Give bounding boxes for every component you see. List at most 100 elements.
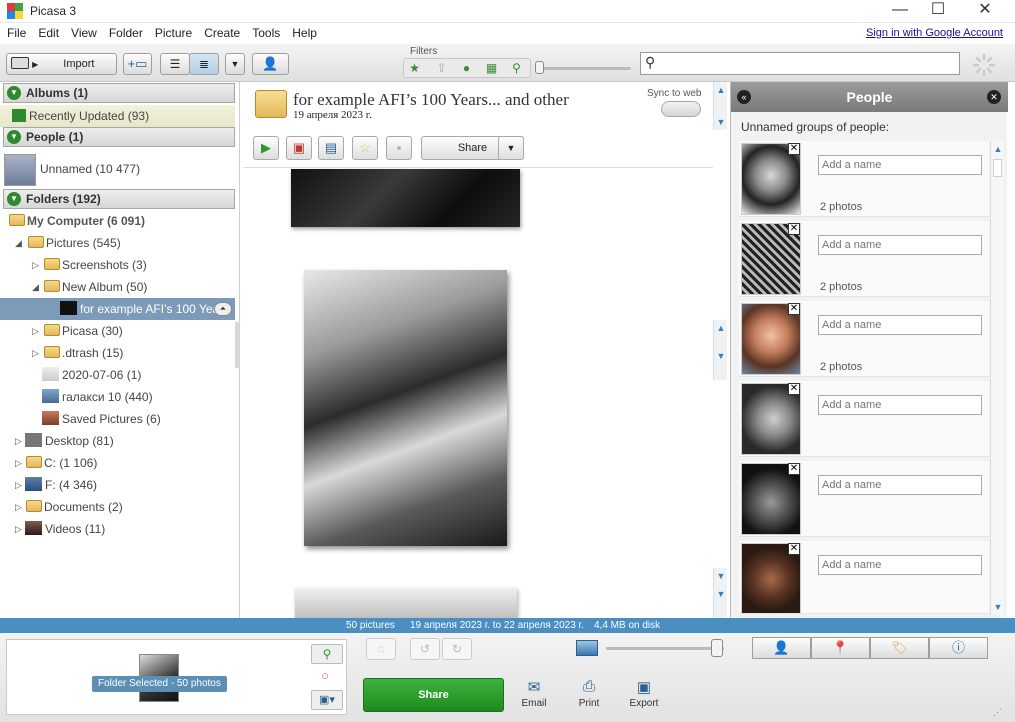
hold-pin-button[interactable]: ⚲ bbox=[311, 644, 343, 664]
faces-filter-icon[interactable]: ● bbox=[457, 60, 476, 77]
rotate-left-button[interactable]: ↺ bbox=[410, 638, 440, 660]
folder-my-computer[interactable]: My Computer (6 091) bbox=[0, 210, 235, 232]
people-scrollbar[interactable]: ▲ ▼ bbox=[990, 141, 1004, 615]
expanded-arrow-icon[interactable]: ◢ bbox=[32, 276, 39, 298]
thumbnail-size-slider[interactable] bbox=[606, 647, 724, 650]
save-button[interactable]: ▪ bbox=[386, 136, 412, 160]
collapsed-arrow-icon[interactable]: ▷ bbox=[15, 430, 22, 452]
maximize-button[interactable]: ☐ bbox=[915, 0, 961, 22]
folder-galaxy-10[interactable]: галакси 10 (440) bbox=[0, 386, 235, 408]
scrollbar-thumb[interactable] bbox=[993, 159, 1002, 177]
people-section-header[interactable]: ▼ People (1) bbox=[3, 127, 235, 147]
person-name-input[interactable] bbox=[818, 155, 982, 175]
folder-new-album[interactable]: ◢ New Album (50) bbox=[0, 276, 235, 298]
star-album-button[interactable]: ☆ bbox=[352, 136, 378, 160]
list-view-button[interactable]: ☰ bbox=[160, 53, 190, 75]
places-tab-button[interactable]: 📍 bbox=[811, 637, 870, 659]
scroll-down-icon[interactable]: ▼ bbox=[991, 599, 1005, 615]
photo-thumbnail[interactable] bbox=[295, 588, 517, 620]
back-icon[interactable]: « bbox=[737, 90, 751, 104]
people-unnamed[interactable]: Unnamed (10 477) bbox=[0, 150, 235, 188]
people-tab-button[interactable]: 👤 bbox=[752, 637, 811, 659]
close-window-button[interactable]: ✕ bbox=[962, 0, 1008, 22]
scroll-up-icon[interactable]: ▲ bbox=[991, 141, 1005, 157]
close-panel-icon[interactable]: ✕ bbox=[987, 90, 1001, 104]
sync-to-web-toggle[interactable] bbox=[661, 101, 701, 117]
collapsed-arrow-icon[interactable]: ▷ bbox=[15, 496, 22, 518]
add-to-collage-button[interactable]: ▣ bbox=[286, 136, 312, 160]
person-name-input[interactable] bbox=[818, 555, 982, 575]
rotate-right-button[interactable]: ↻ bbox=[442, 638, 472, 660]
photo-thumbnail[interactable] bbox=[291, 169, 520, 227]
scroll-to-end-icon[interactable]: ▼ bbox=[714, 586, 728, 602]
share-button[interactable]: Share bbox=[363, 678, 504, 712]
sign-in-link[interactable]: Sign in with Google Account bbox=[866, 27, 1003, 39]
person-name-input[interactable] bbox=[818, 395, 982, 415]
menu-edit[interactable]: Edit bbox=[32, 23, 65, 40]
menu-picture[interactable]: Picture bbox=[149, 23, 198, 40]
remove-face-icon[interactable]: ✕ bbox=[788, 463, 800, 475]
date-filter-slider-thumb[interactable] bbox=[535, 61, 544, 74]
upload-status-icon[interactable]: ⏶ bbox=[214, 302, 232, 316]
create-movie-button[interactable]: ▤ bbox=[318, 136, 344, 160]
photo-thumbnail[interactable] bbox=[304, 270, 507, 546]
folder-2020-07-06[interactable]: 2020-07-06 (1) bbox=[0, 364, 235, 386]
upload-filter-icon[interactable]: ⇧ bbox=[432, 60, 451, 77]
folders-section-header[interactable]: ▼ Folders (192) bbox=[3, 189, 235, 209]
scroll-up-icon[interactable]: ▲ bbox=[714, 320, 728, 336]
menu-create[interactable]: Create bbox=[198, 23, 246, 40]
remove-face-icon[interactable]: ✕ bbox=[788, 543, 800, 555]
folder-pictures[interactable]: ◢ Pictures (545) bbox=[0, 232, 235, 254]
resize-grip-icon[interactable]: ⋰ bbox=[993, 707, 1002, 718]
video-filter-icon[interactable]: ▦ bbox=[482, 60, 501, 77]
folder-videos[interactable]: ▷ Videos (11) bbox=[0, 518, 235, 540]
folder-c-drive[interactable]: ▷ C: (1 106) bbox=[0, 452, 235, 474]
add-to-album-button[interactable]: +▭ bbox=[123, 53, 152, 75]
add-to-album-dropdown[interactable]: ▣▾ bbox=[311, 690, 343, 710]
grid-scroll-control[interactable]: ▲ ▼ bbox=[713, 320, 727, 380]
scroll-down-icon[interactable]: ▼ bbox=[714, 114, 728, 130]
menu-help[interactable]: Help bbox=[286, 23, 323, 40]
person-card[interactable]: ✕ 2 photos bbox=[739, 301, 989, 377]
folder-f-drive[interactable]: ▷ F: (4 346) bbox=[0, 474, 235, 496]
clear-tray-icon[interactable]: ○ bbox=[321, 668, 329, 683]
person-name-input[interactable] bbox=[818, 235, 982, 255]
person-name-input[interactable] bbox=[818, 475, 982, 495]
email-button[interactable]: ✉ Email bbox=[514, 678, 554, 709]
collapsed-arrow-icon[interactable]: ▷ bbox=[15, 474, 22, 496]
collapsed-arrow-icon[interactable]: ▷ bbox=[15, 452, 22, 474]
remove-face-icon[interactable]: ✕ bbox=[788, 143, 800, 155]
menu-folder[interactable]: Folder bbox=[103, 23, 149, 40]
collapsed-arrow-icon[interactable]: ▷ bbox=[32, 254, 39, 276]
scroll-down-icon[interactable]: ▼ bbox=[714, 568, 728, 584]
menu-file[interactable]: File bbox=[1, 23, 32, 40]
starred-filter-icon[interactable]: ★ bbox=[405, 60, 424, 77]
person-card[interactable]: ✕ 2 photos bbox=[739, 221, 989, 297]
person-name-input[interactable] bbox=[818, 315, 982, 335]
folder-dtrash[interactable]: ▷ .dtrash (15) bbox=[0, 342, 235, 364]
menu-view[interactable]: View bbox=[65, 23, 103, 40]
folder-saved-pictures[interactable]: Saved Pictures (6) bbox=[0, 408, 235, 430]
date-filter-slider[interactable] bbox=[538, 67, 631, 70]
panel-splitter[interactable] bbox=[235, 322, 240, 368]
import-button[interactable]: ▶ Import bbox=[6, 53, 117, 75]
search-input[interactable]: ⚲ bbox=[640, 52, 960, 75]
folder-afi-selected[interactable]: for example AFI’s 100 Years ⏶ bbox=[0, 298, 235, 320]
person-card[interactable]: ✕ bbox=[739, 461, 989, 537]
scroll-down-icon[interactable]: ▼ bbox=[714, 348, 728, 364]
geotag-filter-icon[interactable]: ⚲ bbox=[507, 60, 526, 77]
thumbnail-size-slider-thumb[interactable] bbox=[711, 639, 723, 657]
remove-face-icon[interactable]: ✕ bbox=[788, 383, 800, 395]
album-recently-updated[interactable]: Recently Updated (93) bbox=[0, 105, 235, 127]
share-dropdown-button[interactable]: ▼ bbox=[498, 136, 524, 160]
people-view-button[interactable]: 👤 bbox=[252, 53, 289, 75]
folder-screenshots[interactable]: ▷ Screenshots (3) bbox=[0, 254, 235, 276]
remove-face-icon[interactable]: ✕ bbox=[788, 303, 800, 315]
person-card[interactable]: ✕ bbox=[739, 541, 989, 614]
collapsed-arrow-icon[interactable]: ▷ bbox=[15, 518, 22, 540]
scroll-up-icon[interactable]: ▲ bbox=[714, 82, 728, 98]
person-card[interactable]: ✕ bbox=[739, 381, 989, 457]
star-photo-button[interactable]: ☆ bbox=[366, 638, 396, 660]
tags-tab-button[interactable]: 🏷 bbox=[870, 637, 929, 659]
header-scrollbar[interactable]: ▲ ▼ bbox=[713, 82, 727, 130]
